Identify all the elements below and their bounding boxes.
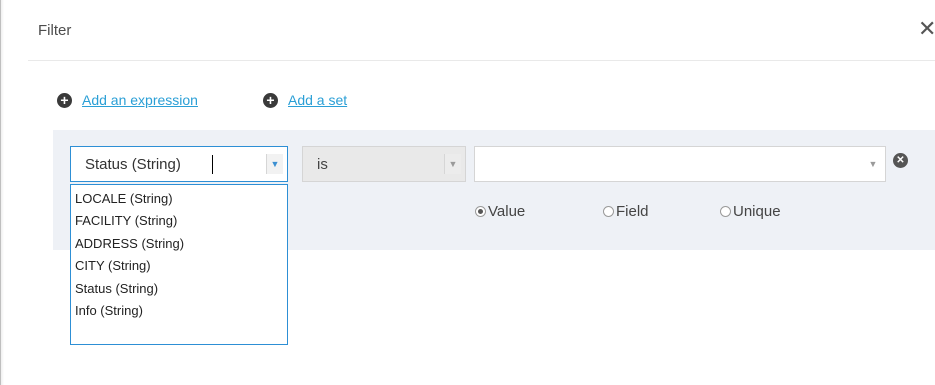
field-dropdown-list: LOCALE (String) FACILITY (String) ADDRES… [70, 184, 288, 345]
dropdown-option-status[interactable]: Status (String) [71, 278, 287, 300]
operator-select[interactable]: is ▼ [302, 146, 466, 182]
dropdown-option-info[interactable]: Info (String) [71, 300, 287, 322]
chevron-down-icon[interactable]: ▼ [266, 154, 283, 174]
plus-circle-icon: + [57, 92, 72, 108]
radio-unchecked-icon [720, 206, 731, 217]
title-divider [28, 60, 935, 61]
radio-unique[interactable]: Unique [720, 203, 781, 220]
radio-field-label: Field [616, 203, 649, 220]
dropdown-option-locale[interactable]: LOCALE (String) [71, 188, 287, 210]
close-icon[interactable]: ✕ [918, 18, 935, 40]
chevron-down-icon[interactable]: ▼ [444, 154, 461, 174]
text-cursor [212, 155, 213, 174]
radio-value-label: Value [488, 203, 526, 220]
add-expression-label[interactable]: Add an expression [82, 92, 198, 108]
radio-unique-label: Unique [733, 203, 781, 220]
field-select[interactable]: Status (String) ▼ [70, 146, 288, 182]
add-set-button[interactable]: + Add a set [263, 92, 347, 108]
plus-circle-icon: + [263, 92, 278, 108]
chevron-down-icon[interactable]: ▼ [865, 154, 881, 174]
operator-select-value: is [317, 156, 328, 173]
dropdown-option-city[interactable]: CITY (String) [71, 255, 287, 277]
remove-expression-icon[interactable]: ✕ [893, 153, 908, 168]
field-select-value: Status (String) [85, 156, 181, 173]
radio-field[interactable]: Field [603, 203, 649, 220]
value-input[interactable]: ▼ [474, 146, 886, 182]
window-edge [0, 0, 4, 385]
radio-checked-icon [475, 206, 486, 217]
radio-value[interactable]: Value [475, 203, 525, 220]
dropdown-option-facility[interactable]: FACILITY (String) [71, 210, 287, 232]
add-set-label[interactable]: Add a set [288, 92, 347, 108]
add-expression-button[interactable]: + Add an expression [57, 92, 198, 108]
dropdown-option-address[interactable]: ADDRESS (String) [71, 233, 287, 255]
dialog-title: Filter [38, 22, 72, 39]
radio-unchecked-icon [603, 206, 614, 217]
